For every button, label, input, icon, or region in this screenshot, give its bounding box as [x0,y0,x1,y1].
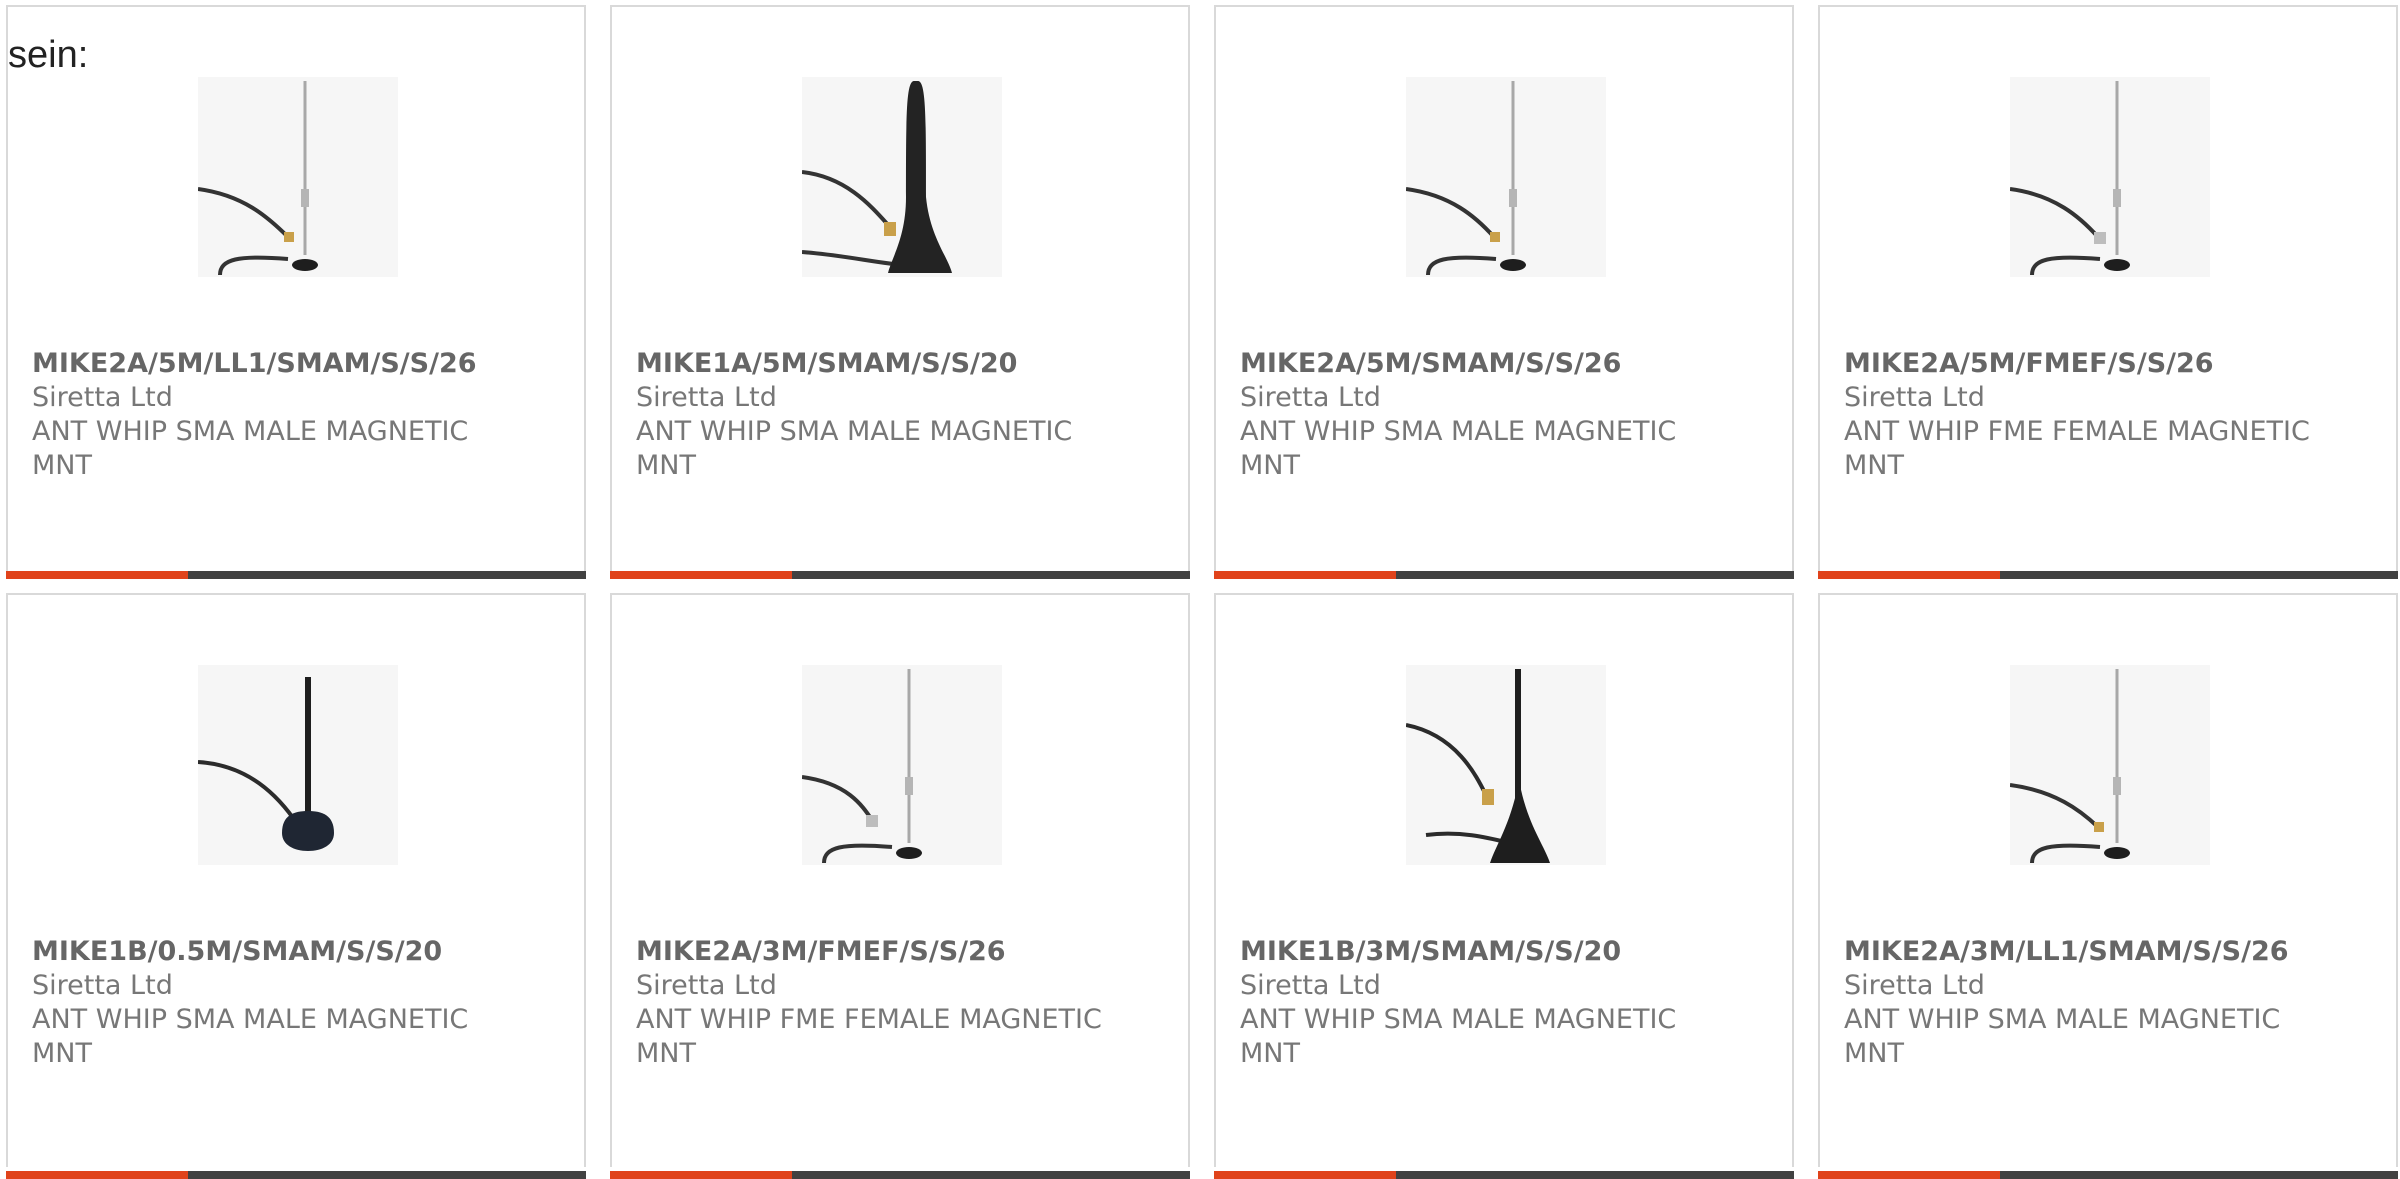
card-bottom-bar [1818,1171,2398,1179]
part-number-link[interactable]: MIKE2A/3M/LL1/SMAM/S/S/26 [1844,935,2314,969]
product-card[interactable]: MIKE1B/0.5M/SMAM/S/S/20 Siretta Ltd ANT … [6,593,586,1179]
whip-antenna-icon [1406,77,1606,277]
description: ANT WHIP FME FEMALE MAGNETIC MNT [636,1004,1102,1069]
whip-antenna-icon [802,665,1002,865]
product-card[interactable]: MIKE1B/3M/SMAM/S/S/20 Siretta Ltd ANT WH… [1214,593,1794,1179]
part-number-link[interactable]: MIKE2A/5M/SMAM/S/S/26 [1240,347,1710,381]
part-number-link[interactable]: MIKE2A/5M/LL1/SMAM/S/S/26 [32,347,502,381]
part-number-link[interactable]: MIKE2A/5M/FMEF/S/S/26 [1844,347,2314,381]
description: ANT WHIP SMA MALE MAGNETIC MNT [1240,1004,1677,1069]
card-bottom-bar [610,1171,1190,1179]
short-whip-antenna-icon [1406,665,1606,865]
whip-antenna-icon [2010,665,2210,865]
description: ANT WHIP SMA MALE MAGNETIC MNT [1240,416,1677,481]
manufacturer: Siretta Ltd [32,382,173,413]
product-card[interactable]: MIKE2A/3M/LL1/SMAM/S/S/26 Siretta Ltd AN… [1818,593,2398,1179]
short-whip-antenna-icon [198,665,398,865]
card-bottom-bar [1214,1171,1794,1179]
part-number-link[interactable]: MIKE1B/0.5M/SMAM/S/S/20 [32,935,502,969]
product-card[interactable]: MIKE2A/5M/SMAM/S/S/26 Siretta Ltd ANT WH… [1214,5,1794,579]
card-bottom-bar [1214,571,1794,579]
product-info: MIKE2A/3M/FMEF/S/S/26 Siretta Ltd ANT WH… [636,935,1106,1071]
description: ANT WHIP FME FEMALE MAGNETIC MNT [1844,416,2310,481]
intro-text: sein: [8,34,89,76]
manufacturer: Siretta Ltd [636,382,777,413]
card-bottom-bar [610,571,1190,579]
product-card[interactable]: MIKE2A/3M/FMEF/S/S/26 Siretta Ltd ANT WH… [610,593,1190,1179]
product-info: MIKE1A/5M/SMAM/S/S/20 Siretta Ltd ANT WH… [636,347,1106,483]
product-grid: MIKE2A/5M/LL1/SMAM/S/S/26 Siretta Ltd AN… [6,5,2398,1179]
manufacturer: Siretta Ltd [32,970,173,1001]
card-bottom-bar [6,571,586,579]
part-number-link[interactable]: MIKE1B/3M/SMAM/S/S/20 [1240,935,1710,969]
product-card[interactable]: MIKE2A/5M/LL1/SMAM/S/S/26 Siretta Ltd AN… [6,5,586,579]
product-info: MIKE2A/5M/SMAM/S/S/26 Siretta Ltd ANT WH… [1240,347,1710,483]
manufacturer: Siretta Ltd [636,970,777,1001]
product-info: MIKE2A/3M/LL1/SMAM/S/S/26 Siretta Ltd AN… [1844,935,2314,1071]
description: ANT WHIP SMA MALE MAGNETIC MNT [1844,1004,2281,1069]
product-card[interactable]: MIKE2A/5M/FMEF/S/S/26 Siretta Ltd ANT WH… [1818,5,2398,579]
card-bottom-bar [1818,571,2398,579]
product-info: MIKE1B/3M/SMAM/S/S/20 Siretta Ltd ANT WH… [1240,935,1710,1071]
description: ANT WHIP SMA MALE MAGNETIC MNT [32,416,469,481]
product-info: MIKE2A/5M/FMEF/S/S/26 Siretta Ltd ANT WH… [1844,347,2314,483]
part-number-link[interactable]: MIKE2A/3M/FMEF/S/S/26 [636,935,1106,969]
card-bottom-bar [6,1171,586,1179]
product-info: MIKE2A/5M/LL1/SMAM/S/S/26 Siretta Ltd AN… [32,347,502,483]
product-info: MIKE1B/0.5M/SMAM/S/S/20 Siretta Ltd ANT … [32,935,502,1071]
product-card[interactable]: MIKE1A/5M/SMAM/S/S/20 Siretta Ltd ANT WH… [610,5,1190,579]
manufacturer: Siretta Ltd [1844,382,1985,413]
manufacturer: Siretta Ltd [1240,970,1381,1001]
part-number-link[interactable]: MIKE1A/5M/SMAM/S/S/20 [636,347,1106,381]
manufacturer: Siretta Ltd [1240,382,1381,413]
description: ANT WHIP SMA MALE MAGNETIC MNT [636,416,1073,481]
description: ANT WHIP SMA MALE MAGNETIC MNT [32,1004,469,1069]
stubby-antenna-icon [802,77,1002,277]
whip-antenna-icon [2010,77,2210,277]
manufacturer: Siretta Ltd [1844,970,1985,1001]
whip-antenna-icon [198,77,398,277]
